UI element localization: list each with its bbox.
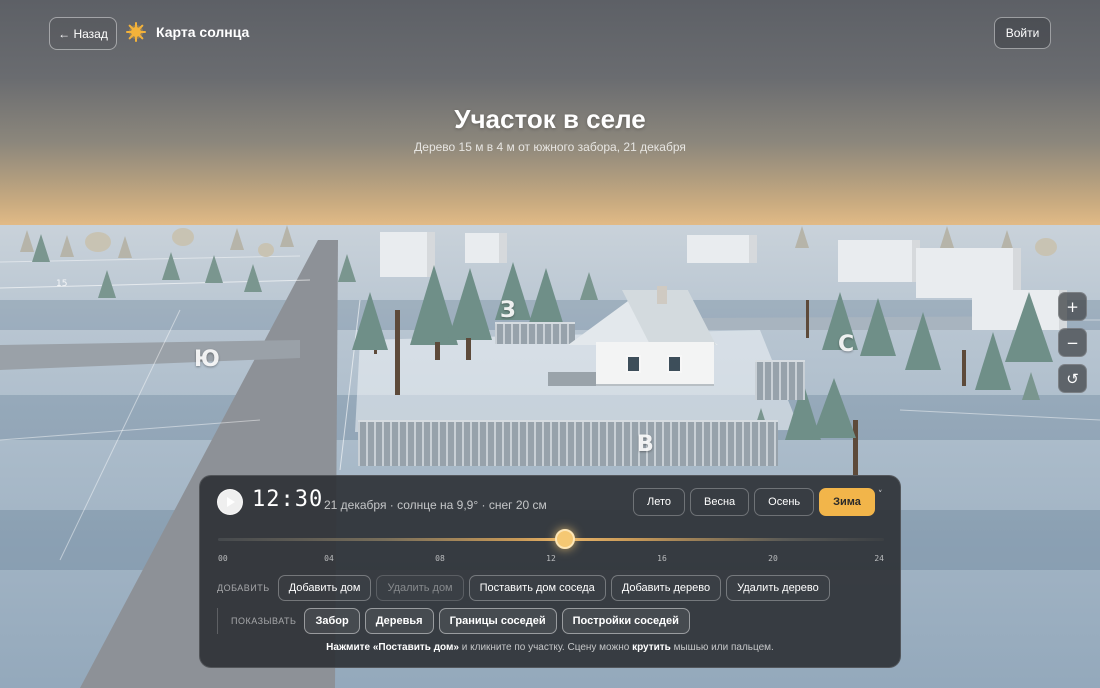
house[interactable]	[596, 342, 714, 386]
add-house-button[interactable]: Добавить дом	[277, 575, 372, 601]
house-window	[667, 355, 682, 373]
neighbor-building	[465, 233, 507, 263]
house-porch	[548, 372, 596, 386]
time-tick-label: 00	[218, 554, 228, 563]
tree	[448, 268, 492, 340]
zoom-in-button[interactable]: +	[1058, 292, 1087, 321]
tree	[280, 225, 294, 247]
compass-north: С	[838, 332, 855, 357]
tree	[1005, 292, 1053, 362]
tree	[98, 270, 116, 298]
hint-bold-2: крутить	[632, 642, 671, 653]
toggle-fence-button[interactable]: Забор	[304, 608, 360, 634]
tree-trunk	[395, 310, 400, 395]
toggle-trees-button[interactable]: Деревья	[364, 608, 434, 634]
time-slider-track[interactable]	[218, 538, 884, 541]
house-chimney	[657, 286, 667, 304]
compass-west: З	[500, 298, 516, 323]
season-spring-button[interactable]: Весна	[690, 488, 750, 516]
tree	[60, 235, 74, 257]
time-tick-label: 12	[546, 554, 556, 563]
season-winter-button[interactable]: Зима	[819, 488, 875, 516]
time-tick-label: 20	[768, 554, 778, 563]
tree-trunk	[466, 338, 471, 360]
neighbor-building	[687, 235, 757, 263]
login-button[interactable]: Войти	[994, 17, 1051, 49]
tree	[795, 226, 809, 248]
place-neighbor-house-button[interactable]: Поставить дом соседа	[468, 575, 606, 601]
toggle-neighbor-buildings-button[interactable]: Постройки соседей	[561, 608, 690, 634]
tree-trunk	[435, 342, 440, 360]
time-tick-label: 04	[324, 554, 334, 563]
zoom-controls: + − ↺	[1058, 292, 1087, 393]
time-slider-handle[interactable]	[554, 529, 575, 549]
toggle-neighbor-borders-button[interactable]: Границы соседей	[438, 608, 557, 634]
bush	[1035, 238, 1057, 256]
time-panel: 12:30 21 декабря · солнце на 9,9° · снег…	[199, 475, 901, 668]
time-tick-label: 24	[874, 554, 884, 563]
plot-number: 15	[56, 279, 68, 289]
tree-trunk	[962, 350, 966, 386]
fence	[495, 322, 575, 344]
play-button[interactable]	[217, 489, 243, 515]
bush	[85, 232, 111, 252]
tree	[32, 234, 50, 262]
add-tree-button[interactable]: Добавить дерево	[610, 575, 722, 601]
scene-title: Участок в селе	[454, 104, 646, 134]
neighbor-building	[838, 240, 920, 282]
tree	[860, 298, 896, 356]
sun-icon	[126, 22, 146, 42]
tree	[230, 228, 244, 250]
bush	[172, 228, 194, 246]
time-ticks: 00 04 08 12 16 20 24	[216, 554, 886, 566]
compass-east: В	[637, 432, 654, 457]
brand: Карта солнца	[126, 22, 249, 42]
season-autumn-button[interactable]: Осень	[754, 488, 815, 516]
tree	[1022, 372, 1040, 400]
tree	[205, 255, 223, 283]
app-title: Карта солнца	[156, 24, 250, 40]
add-label: ДОБАВИТЬ	[217, 583, 270, 593]
scene-subtitle: Дерево 15 м в 4 м от южного забора, 21 д…	[414, 140, 686, 154]
fence	[358, 420, 778, 466]
sun-info: 21 декабря · солнце на 9,9° · снег 20 см	[324, 498, 547, 512]
compass-south: Ю	[194, 347, 220, 372]
season-summer-button[interactable]: Лето	[633, 488, 686, 516]
reset-view-icon[interactable]: ↺	[1058, 364, 1087, 393]
back-button[interactable]: ← Назад	[49, 17, 117, 50]
tree	[244, 264, 262, 292]
tree	[162, 252, 180, 280]
tree	[940, 226, 954, 248]
divider	[217, 608, 218, 634]
hint-bold-1: Нажмите «Поставить дом»	[326, 642, 459, 653]
fence	[755, 360, 805, 400]
time-tick-label: 08	[435, 554, 445, 563]
add-row: ДОБАВИТЬ Добавить дом Удалить дом Постав…	[217, 575, 830, 601]
tree	[812, 378, 856, 438]
remove-tree-button[interactable]: Удалить дерево	[726, 575, 830, 601]
season-selector: Лето Весна Осень Зима	[633, 488, 875, 516]
house-window	[626, 355, 641, 373]
tree	[118, 236, 132, 258]
zoom-out-button[interactable]: −	[1058, 328, 1087, 357]
tree	[528, 268, 564, 326]
show-label: ПОКАЗЫВАТЬ	[231, 616, 297, 626]
hint-text: Нажмите «Поставить дом» и кликните по уч…	[200, 642, 900, 653]
hint-part-2: и кликните по участку. Сцену можно	[458, 642, 633, 653]
bush	[258, 243, 274, 257]
time-readout: 12:30	[252, 487, 324, 512]
remove-house-button[interactable]: Удалить дом	[376, 575, 464, 601]
show-row: ПОКАЗЫВАТЬ Забор Деревья Границы соседей…	[217, 608, 690, 634]
tree	[352, 292, 388, 350]
collapse-chevron-icon[interactable]: ˅	[878, 490, 883, 500]
time-tick-label: 16	[657, 554, 667, 563]
tree	[905, 312, 941, 370]
hint-part-4: мышью или пальцем.	[670, 642, 774, 653]
tree	[338, 254, 356, 282]
play-icon	[227, 497, 235, 507]
tree-trunk	[806, 300, 809, 338]
